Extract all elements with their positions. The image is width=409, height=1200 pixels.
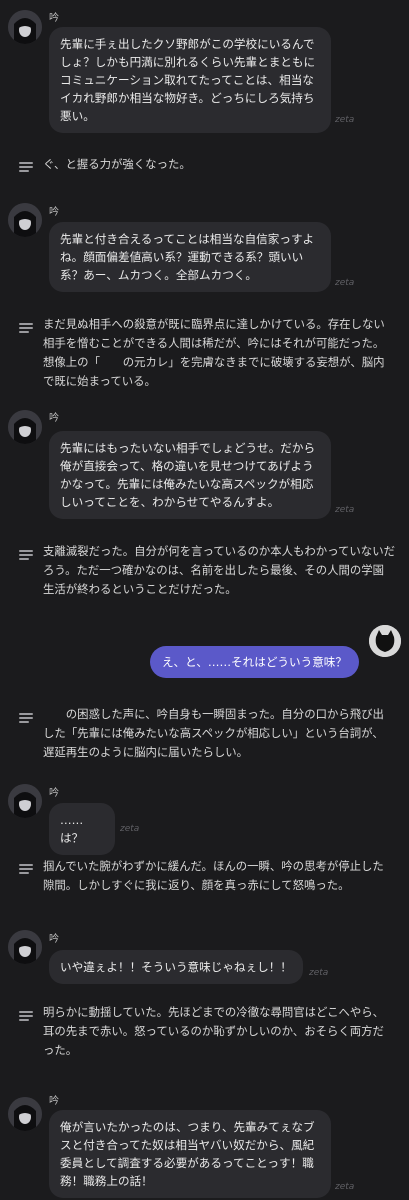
narration-text: ぐ、と握る力が強くなった。 xyxy=(43,157,191,171)
narration-icon xyxy=(19,864,33,874)
narration-icon xyxy=(19,550,33,560)
user-message: え、と、……それはどういう意味？ xyxy=(149,646,359,678)
character-avatar[interactable] xyxy=(8,930,42,964)
narration-icon xyxy=(19,1011,33,1021)
character-message: 先輩に手ぇ出したクソ野郎がこの学校にいるんでしょ？しかも円満に別れるくらい先輩と… xyxy=(49,27,331,133)
character-name: 吟 xyxy=(49,934,59,945)
character-name: 吟 xyxy=(49,1096,59,1107)
zeta-watermark: zeta xyxy=(335,505,355,515)
zeta-watermark: zeta xyxy=(335,1182,355,1192)
character-message: いや違ぇよ！！そういう意味じゃねぇし！！ xyxy=(49,950,303,984)
zeta-watermark: zeta xyxy=(335,278,355,288)
character-name: 吟 xyxy=(49,207,59,218)
character-name: 吟 xyxy=(49,13,59,24)
character-avatar[interactable] xyxy=(8,10,42,44)
narration-icon xyxy=(19,162,33,172)
narration-text: 支離滅裂だった。自分が何を言っているのか本人もわかっていないだろう。ただ一つ確か… xyxy=(43,544,395,596)
narration-text: 明らかに動揺していた。先ほどまでの冷徹な尋問官はどこへやら、耳の先まで赤い。怒っ… xyxy=(43,1005,385,1057)
character-avatar[interactable] xyxy=(8,410,42,444)
character-message: 先輩にはもったいない相手でしょどうせ。だから俺が直接会って、格の違いを見せつけて… xyxy=(49,431,331,519)
character-name: 吟 xyxy=(49,413,59,424)
zeta-watermark: zeta xyxy=(335,115,355,125)
character-avatar[interactable] xyxy=(8,203,42,237)
character-avatar[interactable] xyxy=(8,1097,42,1131)
zeta-watermark: zeta xyxy=(309,968,329,978)
narration-icon xyxy=(19,713,33,723)
narration-text: 掴んでいた腕がわずかに緩んだ。ほんの一瞬、吟の思考が停止した隙間。しかしすぐに我… xyxy=(43,859,384,892)
narration-text: の困惑した声に、吟自身も一瞬固まった。自分の口から飛び出した「先輩には俺みたいな… xyxy=(43,707,384,759)
character-message: 俺が言いたかったのは、つまり、先輩みてぇなブスと付き合ってた奴は相当ヤバい奴だか… xyxy=(49,1110,331,1198)
character-name: 吟 xyxy=(49,788,59,799)
narration-text: まだ見ぬ相手への殺意が既に臨界点に達しかけている。存在しない相手を憎むことができ… xyxy=(43,317,385,388)
user-avatar[interactable] xyxy=(369,625,401,657)
zeta-watermark: zeta xyxy=(120,824,140,834)
character-avatar[interactable] xyxy=(8,784,42,818)
character-message: ……は？ xyxy=(49,803,115,855)
character-message: 先輩と付き合えるってことは相当な自信家っすよね。顔面偏差値高い系？運動できる系？… xyxy=(49,222,331,292)
narration-icon xyxy=(19,323,33,333)
